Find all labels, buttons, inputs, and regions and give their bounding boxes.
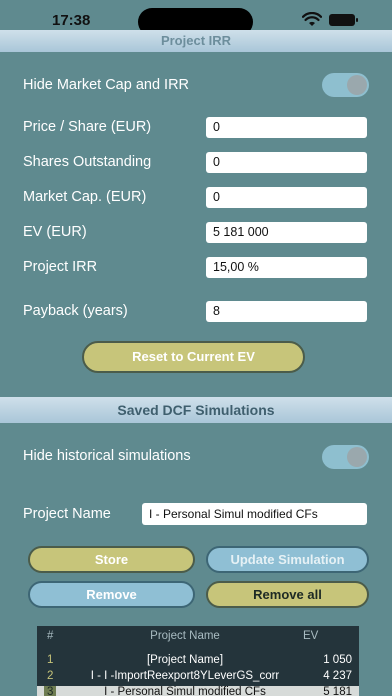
table-row-selected[interactable]: 3 I - Personal Simul modified CFs 5 181 <box>37 686 359 696</box>
hide-market-cap-toggle[interactable] <box>322 73 369 97</box>
payback-label: Payback (years) <box>23 303 128 319</box>
project-irr-header: Project IRR <box>0 30 392 52</box>
toggle-knob <box>347 75 367 95</box>
price-share-label: Price / Share (EUR) <box>23 119 152 135</box>
update-simulation-button[interactable]: Update Simulation <box>206 546 369 573</box>
row-ev: 5 181 <box>323 686 352 696</box>
payback-input[interactable]: 8 <box>206 301 367 322</box>
ev-label: EV (EUR) <box>23 224 87 240</box>
shares-outstanding-label: Shares Outstanding <box>23 154 152 170</box>
remove-all-button[interactable]: Remove all <box>206 581 369 608</box>
row-ev: 4 237 <box>323 670 352 682</box>
battery-icon <box>329 14 358 26</box>
remove-button[interactable]: Remove <box>28 581 195 608</box>
simulations-table: # Project Name EV 1 [Project Name] 1 050… <box>37 626 359 696</box>
saved-dcf-header: Saved DCF Simulations <box>0 397 392 423</box>
row-number: 2 <box>47 670 54 682</box>
status-time: 17:38 <box>52 12 91 29</box>
table-header: # Project Name EV <box>37 626 359 648</box>
project-name-input[interactable]: I - Personal Simul modified CFs <box>142 503 367 525</box>
shares-outstanding-input[interactable]: 0 <box>206 152 367 173</box>
wifi-icon <box>302 12 322 26</box>
row-ev: 1 050 <box>323 654 352 666</box>
column-header-ev: EV <box>303 630 319 642</box>
column-header-number: # <box>47 630 54 642</box>
row-project-name: I - I -ImportReexport8YLeverGS_corr <box>90 670 280 682</box>
table-row[interactable]: 1 [Project Name] 1 050 <box>37 654 359 669</box>
toggle-knob <box>347 447 367 467</box>
row-project-name: I - Personal Simul modified CFs <box>104 686 266 696</box>
row-number: 3 <box>44 686 57 696</box>
market-cap-label: Market Cap. (EUR) <box>23 189 147 205</box>
reset-to-current-ev-button[interactable]: Reset to Current EV <box>82 341 305 373</box>
project-irr-input[interactable]: 15,00 % <box>206 257 367 278</box>
hide-historical-label: Hide historical simulations <box>23 448 191 464</box>
table-row[interactable]: 2 I - I -ImportReexport8YLeverGS_corr 4 … <box>37 670 359 685</box>
price-share-input[interactable]: 0 <box>206 117 367 138</box>
column-header-project-name: Project Name <box>150 630 220 642</box>
row-project-name: [Project Name] <box>146 654 224 666</box>
row-number: 1 <box>47 654 54 666</box>
project-name-label: Project Name <box>23 506 111 522</box>
store-button[interactable]: Store <box>28 546 195 573</box>
market-cap-input[interactable]: 0 <box>206 187 367 208</box>
hide-historical-toggle[interactable] <box>322 445 369 469</box>
project-irr-label: Project IRR <box>23 259 98 275</box>
hide-market-cap-label: Hide Market Cap and IRR <box>23 77 190 93</box>
ev-input[interactable]: 5 181 000 <box>206 222 367 243</box>
